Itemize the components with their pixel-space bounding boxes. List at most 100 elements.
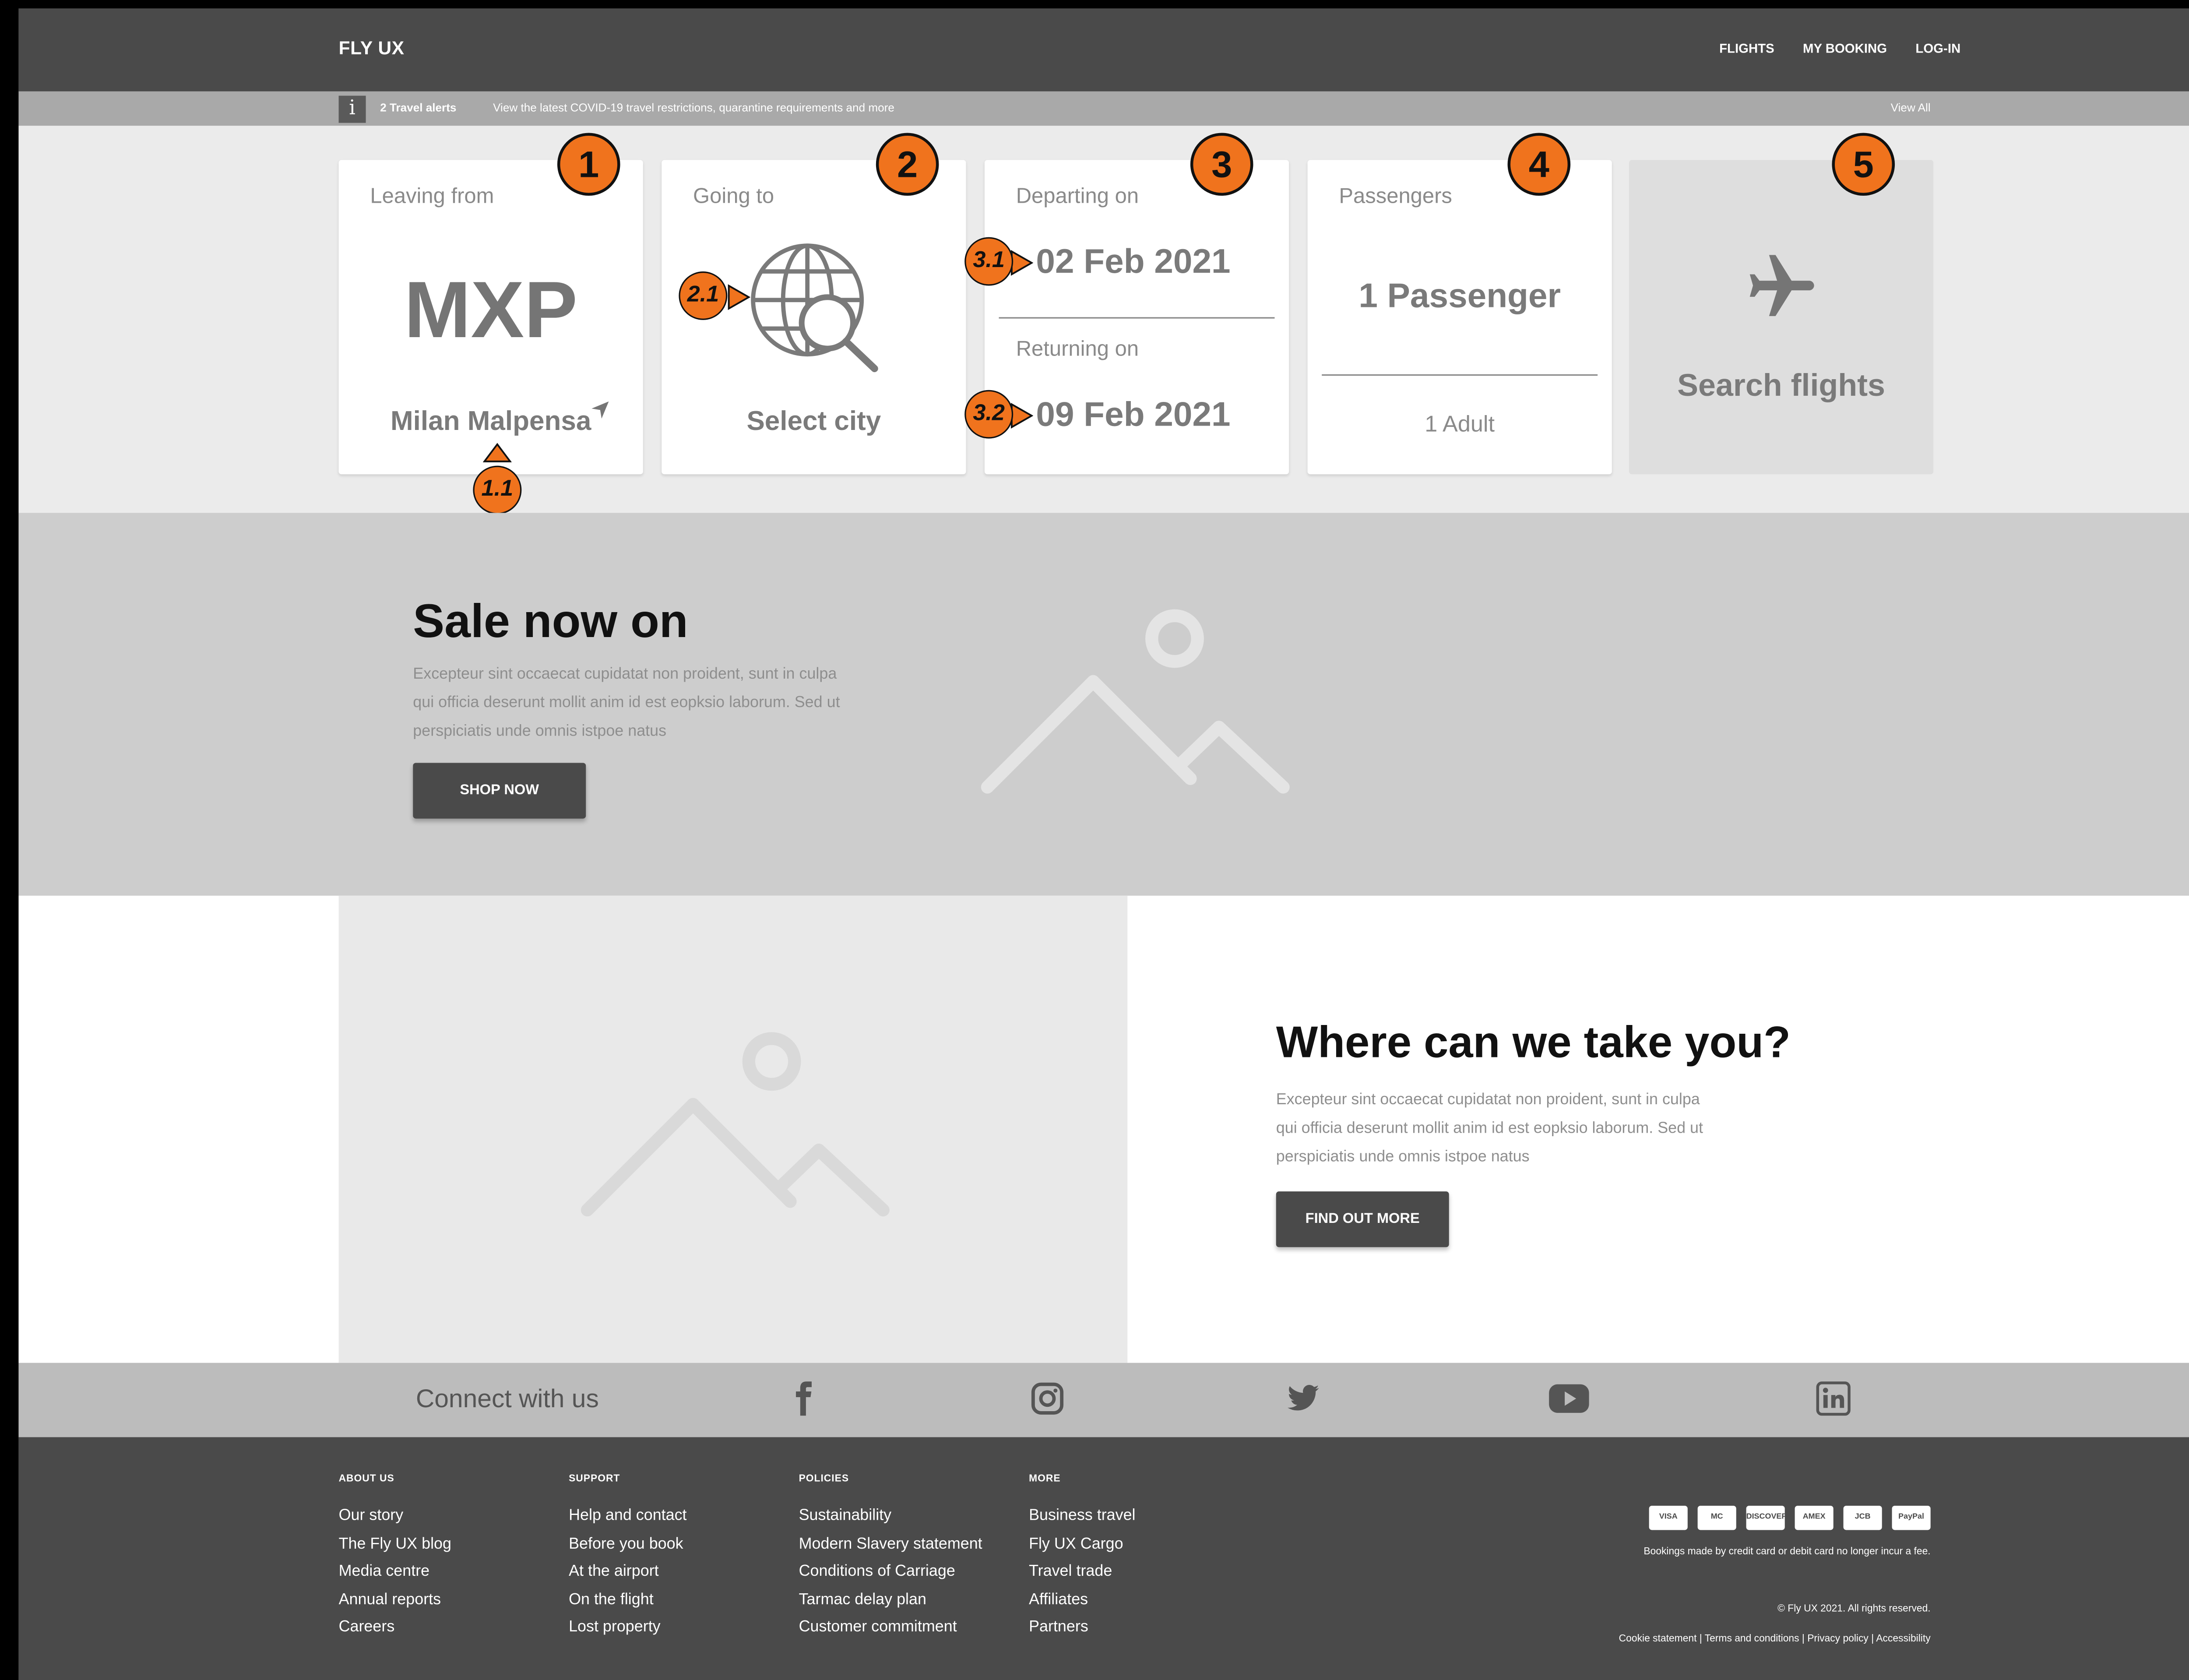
facebook-icon[interactable] xyxy=(787,1381,821,1416)
location-arrow-icon[interactable] xyxy=(590,400,610,420)
feature-description: Excepteur sint occaecat cupidatat non pr… xyxy=(1276,1091,1703,1166)
footer-link[interactable]: On the flight xyxy=(569,1591,686,1619)
view-all-alerts-link[interactable]: View All xyxy=(1891,102,1931,114)
footer: ABOUT US Our story The Fly UX blog Media… xyxy=(18,1437,2189,1680)
footer-link[interactable]: At the airport xyxy=(569,1563,686,1591)
paypal-icon: PayPal xyxy=(1892,1505,1931,1530)
date-divider xyxy=(999,317,1275,319)
payment-methods: VISA MC DISCOVER AMEX JCB PayPal xyxy=(1649,1505,1931,1530)
footer-link[interactable]: Our story xyxy=(339,1507,451,1535)
footer-link[interactable]: Annual reports xyxy=(339,1591,451,1619)
amex-card-icon: AMEX xyxy=(1795,1505,1834,1530)
footer-link[interactable]: Sustainability xyxy=(799,1507,982,1535)
footer-link[interactable]: Tarmac delay plan xyxy=(799,1591,982,1619)
instagram-icon[interactable] xyxy=(1030,1381,1064,1416)
annotation-badge-5: 5 xyxy=(1832,133,1895,196)
passengers-label: Passengers xyxy=(1339,184,1452,209)
visa-card-icon: VISA xyxy=(1649,1505,1688,1530)
search-flights-button[interactable]: Search flights xyxy=(1629,160,1934,475)
footer-link[interactable]: The Fly UX blog xyxy=(339,1535,451,1563)
footer-link[interactable]: Conditions of Carriage xyxy=(799,1563,982,1591)
feature-image xyxy=(338,895,1128,1363)
alert-count: 2 Travel alerts xyxy=(380,101,457,115)
social-bar: Connect with us xyxy=(18,1363,2189,1437)
annotation-badge-4: 4 xyxy=(1507,133,1571,196)
copyright: © Fly UX 2021. All rights reserved. xyxy=(1777,1604,1931,1614)
departing-label: Departing on xyxy=(1016,184,1139,209)
globe-search-icon xyxy=(751,243,878,372)
annotation-badge-3-2: 3.2 xyxy=(964,390,1014,439)
footer-link[interactable]: Lost property xyxy=(569,1619,686,1647)
return-date[interactable]: 09 Feb 2021 xyxy=(1036,396,1230,436)
payment-note: Bookings made by credit card or debit ca… xyxy=(1644,1547,1931,1557)
search-flights-label: Search flights xyxy=(1677,367,1885,403)
footer-heading: SUPPORT xyxy=(569,1474,620,1485)
annotation-badge-2: 2 xyxy=(876,133,939,196)
plane-icon xyxy=(1749,255,1814,316)
footer-link[interactable]: Business travel xyxy=(1029,1507,1135,1535)
footer-link[interactable]: Modern Slavery statement xyxy=(799,1535,982,1563)
find-out-more-button[interactable]: FIND OUT MORE xyxy=(1276,1191,1449,1247)
nav-flights[interactable]: FLIGHTS xyxy=(1719,42,1774,56)
legal-links[interactable]: Cookie statement | Terms and conditions … xyxy=(1619,1634,1931,1645)
footer-link[interactable]: Customer commitment xyxy=(799,1619,982,1647)
discover-card-icon: DISCOVER xyxy=(1746,1505,1785,1530)
image-placeholder-icon xyxy=(981,609,1290,794)
connect-label: Connect with us xyxy=(415,1384,599,1413)
sale-description: Excepteur sint occaecat cupidatat non pr… xyxy=(413,666,840,740)
page: FLY UX FLIGHTS MY BOOKING LOG-IN i 2 Tra… xyxy=(18,8,2189,1680)
top-navigation-bar: FLY UX FLIGHTS MY BOOKING LOG-IN xyxy=(18,8,2189,92)
footer-link[interactable]: Help and contact xyxy=(569,1507,686,1535)
annotation-badge-3-1: 3.1 xyxy=(964,237,1014,286)
origin-airport-code: MXP xyxy=(404,264,578,355)
annotation-badge-3: 3 xyxy=(1190,133,1253,196)
pointer-2-1 xyxy=(728,284,750,310)
youtube-icon[interactable] xyxy=(1548,1381,1591,1416)
leaving-from-card[interactable]: Leaving from MXP Milan Malpensa xyxy=(338,160,643,475)
pointer-1-1 xyxy=(483,443,512,462)
annotation-badge-2-1: 2.1 xyxy=(679,271,728,320)
footer-link[interactable]: Media centre xyxy=(339,1563,451,1591)
travel-alert-bar: i 2 Travel alerts View the latest COVID-… xyxy=(18,91,2189,126)
alert-message: View the latest COVID-19 travel restrict… xyxy=(493,101,894,115)
footer-heading: ABOUT US xyxy=(338,1474,394,1485)
destinations-section: Where can we take you? Excepteur sint oc… xyxy=(18,895,2189,1363)
footer-link[interactable]: Travel trade xyxy=(1029,1563,1135,1591)
footer-link[interactable]: Careers xyxy=(339,1619,451,1647)
passenger-detail: 1 Adult xyxy=(1425,412,1495,437)
going-to-label: Going to xyxy=(693,184,774,209)
sale-title: Sale now on xyxy=(413,594,688,648)
footer-heading: POLICIES xyxy=(799,1474,849,1485)
footer-column-policies: POLICIES Sustainability Modern Slavery s… xyxy=(799,1474,982,1647)
sale-banner: Sale now on Excepteur sint occaecat cupi… xyxy=(18,513,2189,896)
main-nav: FLIGHTS MY BOOKING LOG-IN xyxy=(1719,42,1960,56)
footer-link[interactable]: Before you book xyxy=(569,1535,686,1563)
footer-column-more: MORE Business travel Fly UX Cargo Travel… xyxy=(1029,1474,1135,1647)
footer-link[interactable]: Partners xyxy=(1029,1619,1135,1647)
linkedin-icon[interactable] xyxy=(1816,1381,1851,1416)
feature-title: Where can we take you? xyxy=(1276,1017,1791,1067)
jcb-card-icon: JCB xyxy=(1843,1505,1882,1530)
twitter-icon[interactable] xyxy=(1286,1381,1320,1416)
returning-label: Returning on xyxy=(1016,337,1139,362)
nav-my-booking[interactable]: MY BOOKING xyxy=(1803,42,1887,56)
passengers-card[interactable]: Passengers 1 Passenger 1 Adult xyxy=(1307,160,1612,475)
mastercard-icon: MC xyxy=(1697,1505,1736,1530)
destination-placeholder: Select city xyxy=(746,407,881,437)
departure-date[interactable]: 02 Feb 2021 xyxy=(1036,243,1230,283)
footer-column-about: ABOUT US Our story The Fly UX blog Media… xyxy=(339,1474,451,1647)
footer-link[interactable]: Fly UX Cargo xyxy=(1029,1535,1135,1563)
shop-now-button[interactable]: SHOP NOW xyxy=(413,763,586,819)
passenger-divider xyxy=(1322,374,1598,376)
footer-heading: MORE xyxy=(1029,1474,1061,1485)
leaving-from-label: Leaving from xyxy=(370,184,494,209)
annotation-badge-1-1: 1.1 xyxy=(473,465,522,514)
pointer-3-1 xyxy=(1010,250,1033,276)
info-icon: i xyxy=(338,95,366,123)
footer-column-support: SUPPORT Help and contact Before you book… xyxy=(569,1474,686,1647)
footer-link[interactable]: Affiliates xyxy=(1029,1591,1135,1619)
passenger-count: 1 Passenger xyxy=(1358,277,1561,316)
nav-log-in[interactable]: LOG-IN xyxy=(1915,42,1960,56)
annotation-badge-1: 1 xyxy=(557,133,620,196)
logo[interactable]: FLY UX xyxy=(339,37,405,59)
